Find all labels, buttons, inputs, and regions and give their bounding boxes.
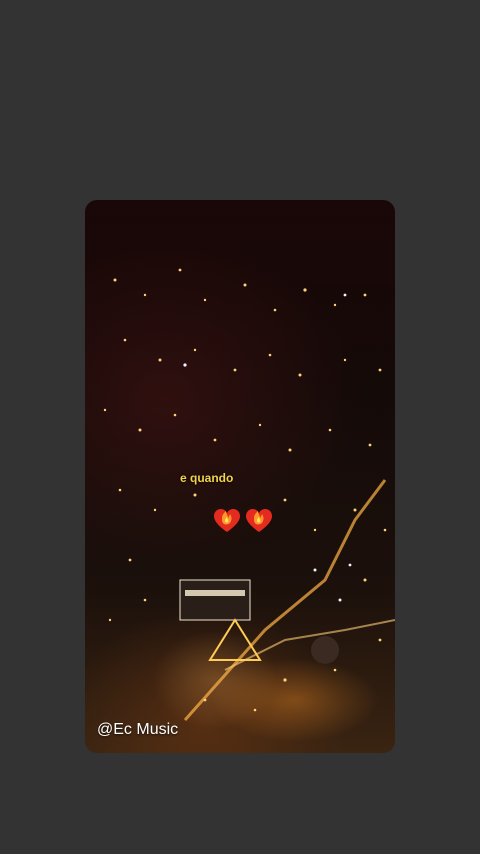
channel-watermark: @Ec Music: [97, 721, 179, 738]
night-city-aerial-image: [103, 268, 395, 721]
reaction-hearts: [213, 508, 273, 534]
story-caption: e quando: [180, 471, 234, 485]
story-media-card[interactable]: e quando @Ec Music: [85, 200, 395, 753]
heart-on-fire-icon: [214, 509, 240, 532]
heart-on-fire-icon: [246, 509, 272, 532]
